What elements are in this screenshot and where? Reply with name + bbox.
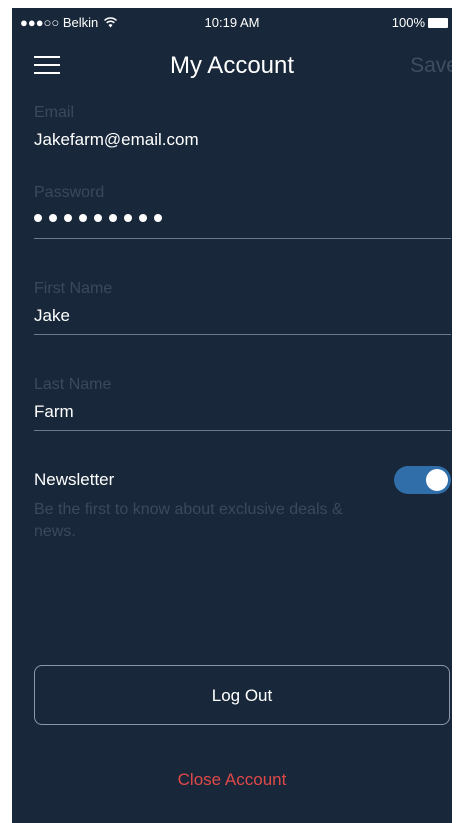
first-name-divider [34, 334, 451, 335]
battery-icon [428, 17, 448, 28]
email-value: Jakefarm@email.com [34, 130, 199, 149]
save-button[interactable]: Save [410, 54, 452, 78]
newsletter-label: Newsletter [34, 470, 115, 489]
password-divider [34, 238, 451, 239]
last-name-field[interactable]: Last Name Farm [34, 376, 451, 422]
password-field[interactable]: Password [34, 184, 451, 222]
navigation-bar: My Account Save [12, 44, 452, 88]
last-name-value[interactable]: Farm [34, 402, 451, 422]
email-label: Email [34, 104, 75, 121]
first-name-field[interactable]: First Name Jake [34, 280, 451, 326]
clock: 10:19 AM [204, 15, 260, 30]
toggle-knob [426, 469, 448, 491]
password-label: Password [34, 184, 105, 201]
password-masked-value[interactable] [34, 214, 451, 222]
first-name-value[interactable]: Jake [34, 306, 451, 326]
last-name-divider [34, 430, 451, 431]
status-bar: ●●●○○ Belkin 10:19 AM 100% [12, 8, 452, 38]
first-name-label: First Name [34, 280, 113, 297]
battery-indicator: 100% [392, 15, 448, 30]
email-field: Email Jakefarm@email.com [34, 104, 451, 150]
app-screen: ●●●○○ Belkin 10:19 AM 100% My Account Sa… [12, 8, 452, 823]
newsletter-toggle[interactable] [394, 466, 451, 494]
close-account-link[interactable]: Close Account [12, 770, 452, 790]
last-name-label: Last Name [34, 376, 112, 393]
newsletter-description: Be the first to know about exclusive dea… [34, 501, 343, 540]
log-out-button[interactable]: Log Out [34, 665, 450, 725]
page-title: My Account [169, 52, 295, 79]
